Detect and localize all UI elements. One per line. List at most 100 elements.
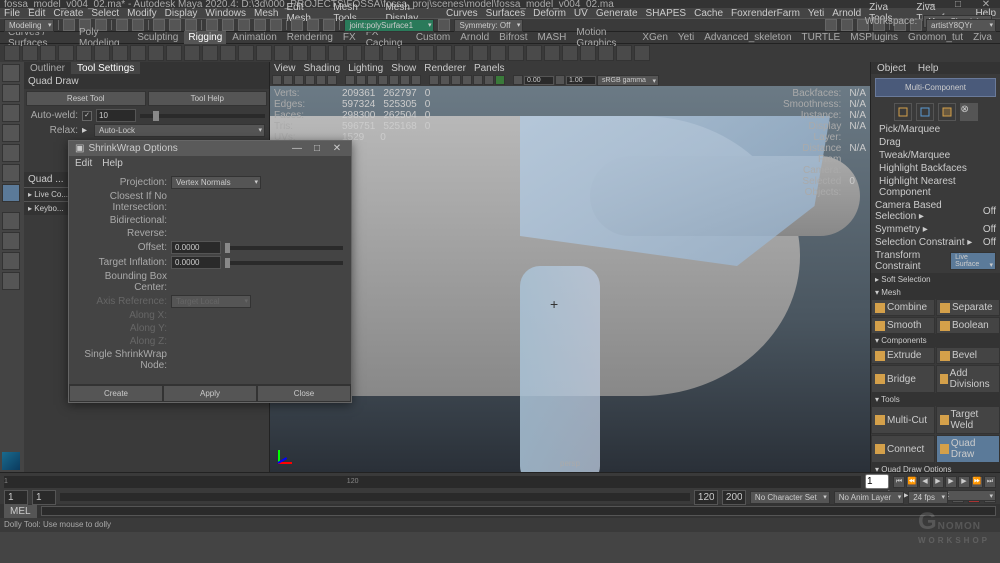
shelf-icon-2[interactable] [40, 45, 56, 61]
vp-gate-mask-icon[interactable] [378, 75, 388, 85]
components-section[interactable]: ▾ Components [871, 334, 1000, 347]
tab-tool-settings[interactable]: Tool Settings [71, 62, 140, 74]
tool-extrude[interactable]: Extrude [871, 347, 935, 364]
shelf-icon-9[interactable] [166, 45, 182, 61]
four-pane-layout[interactable] [2, 232, 20, 250]
vp-safe-title-icon[interactable] [411, 75, 421, 85]
shelf-icon-6[interactable] [112, 45, 128, 61]
current-frame-input[interactable] [865, 474, 889, 489]
tab-help[interactable]: Help [912, 62, 945, 74]
menu-foxrenderfarm[interactable]: FoxrenderFarm [731, 8, 800, 19]
shelf-icon-26[interactable] [472, 45, 488, 61]
shelf-tab-sculpting[interactable]: Sculpting [133, 31, 182, 44]
shelf-icon-5[interactable] [94, 45, 110, 61]
vp-safe-action-icon[interactable] [400, 75, 410, 85]
scale-tool[interactable] [2, 164, 20, 182]
mel-label[interactable]: MEL [4, 505, 37, 518]
dialog-close-button[interactable]: ✕ [329, 143, 345, 154]
toggle-icon[interactable] [438, 19, 450, 31]
inflation-slider[interactable] [225, 261, 343, 265]
uv-mode-icon[interactable]: ⊗ [960, 103, 978, 121]
tool-multi-cut[interactable]: Multi-Cut [871, 406, 935, 434]
move-tool[interactable] [2, 124, 20, 142]
shelf-tab-rendering[interactable]: Rendering [283, 31, 337, 44]
transform-constraint-dropdown[interactable]: Live Surface [950, 252, 996, 270]
anim-layer-dropdown[interactable]: No Anim Layer [834, 491, 904, 504]
redo-icon[interactable] [132, 19, 144, 31]
shelf-tab-mash[interactable]: MASH [534, 31, 571, 44]
shelf-tab-fx[interactable]: FX [339, 31, 360, 44]
vp-colorspace-dropdown[interactable]: sRGB gamma [597, 75, 659, 86]
tool-separate[interactable]: Separate [936, 299, 1000, 316]
dialog-edit-menu[interactable]: Edit [75, 158, 92, 169]
face-mode-icon[interactable] [938, 103, 956, 121]
tab-object[interactable]: Object [871, 62, 912, 74]
vp-menu-shading[interactable]: Shading [304, 63, 341, 74]
step-forward-key-icon[interactable]: ⏩ [971, 476, 983, 488]
shelf-icon-28[interactable] [508, 45, 524, 61]
vp-2d-pan-icon[interactable] [316, 75, 326, 85]
vp-gamma-input[interactable] [566, 76, 596, 85]
range-slider[interactable] [60, 493, 690, 501]
menu-arnold[interactable]: Arnold [832, 8, 861, 19]
shelf-icon-0[interactable] [4, 45, 20, 61]
shelf-icon-22[interactable] [400, 45, 416, 61]
vp-grid-icon[interactable] [345, 75, 355, 85]
multi-component-button[interactable]: Multi-Component [875, 78, 996, 97]
vp-menu-lighting[interactable]: Lighting [348, 63, 383, 74]
shelf-tab-turtle[interactable]: TURTLE [798, 31, 845, 44]
vp-wireframe-icon[interactable] [429, 75, 439, 85]
step-forward-icon[interactable]: ▶ [958, 476, 970, 488]
paint-select-tool[interactable] [2, 104, 20, 122]
ipr-icon[interactable] [307, 19, 319, 31]
shelf-icon-7[interactable] [130, 45, 146, 61]
shelf-icon-18[interactable] [328, 45, 344, 61]
vp-xray-icon[interactable] [495, 75, 505, 85]
vp-bookmark-icon[interactable] [294, 75, 304, 85]
snap-live-icon[interactable] [270, 19, 282, 31]
playback-end-input[interactable] [694, 490, 718, 505]
shelf-icon-8[interactable] [148, 45, 164, 61]
shelf-icon-16[interactable] [292, 45, 308, 61]
mode-dropdown[interactable]: Modeling [4, 19, 54, 32]
shelf-tab-yeti[interactable]: Yeti [674, 31, 698, 44]
vp-gamma-icon[interactable] [555, 75, 565, 85]
dialog-maximize-button[interactable]: □ [309, 143, 325, 154]
vertex-mode-icon[interactable] [894, 103, 912, 121]
vp-resolution-gate-icon[interactable] [367, 75, 377, 85]
tab-outliner[interactable]: Outliner [24, 62, 71, 74]
vp-lights-icon[interactable] [462, 75, 472, 85]
vp-image-plane-icon[interactable] [305, 75, 315, 85]
mesh-section[interactable]: ▾ Mesh [871, 286, 1000, 299]
dialog-minimize-button[interactable]: — [289, 143, 305, 154]
shelf-icon-21[interactable] [382, 45, 398, 61]
shelf-icon-30[interactable] [544, 45, 560, 61]
menu-mesh[interactable]: Mesh [254, 8, 278, 19]
menu-yeti[interactable]: Yeti [808, 8, 824, 19]
vp-lock-camera-icon[interactable] [283, 75, 293, 85]
camera-based-toggle[interactable]: Off [983, 206, 996, 217]
shelf-icon-14[interactable] [256, 45, 272, 61]
apply-button[interactable]: Apply [163, 385, 257, 402]
inflation-input[interactable] [171, 256, 221, 269]
projection-dropdown[interactable]: Vertex Normals [171, 176, 261, 189]
goto-start-icon[interactable]: ⏮ [893, 476, 905, 488]
play-forward-icon[interactable]: ▶ [945, 476, 957, 488]
rotate-tool[interactable] [2, 144, 20, 162]
shelf-tab-advanced_skeleton[interactable]: Advanced_skeleton [700, 31, 795, 44]
user-dropdown[interactable]: artistY8QYr [926, 19, 996, 32]
shelf-icon-20[interactable] [364, 45, 380, 61]
offset-slider[interactable] [225, 246, 343, 250]
shelf-icon-32[interactable] [580, 45, 596, 61]
snap-curve-icon[interactable] [222, 19, 234, 31]
vp-expose-icon[interactable] [513, 75, 523, 85]
lasso-tool[interactable] [2, 84, 20, 102]
goto-end-icon[interactable]: ⏭ [984, 476, 996, 488]
offset-input[interactable] [171, 241, 221, 254]
close-dialog-button[interactable]: Close [257, 385, 351, 402]
vp-field-chart-icon[interactable] [389, 75, 399, 85]
shelf-icon-29[interactable] [526, 45, 542, 61]
time-slider[interactable]: 1 120 ⏮ ⏪ ◀ ▶ ▶ ▶ ⏩ ⏭ [0, 472, 1000, 490]
tools-section[interactable]: ▾ Tools [871, 393, 1000, 406]
render-settings-icon[interactable] [323, 19, 335, 31]
